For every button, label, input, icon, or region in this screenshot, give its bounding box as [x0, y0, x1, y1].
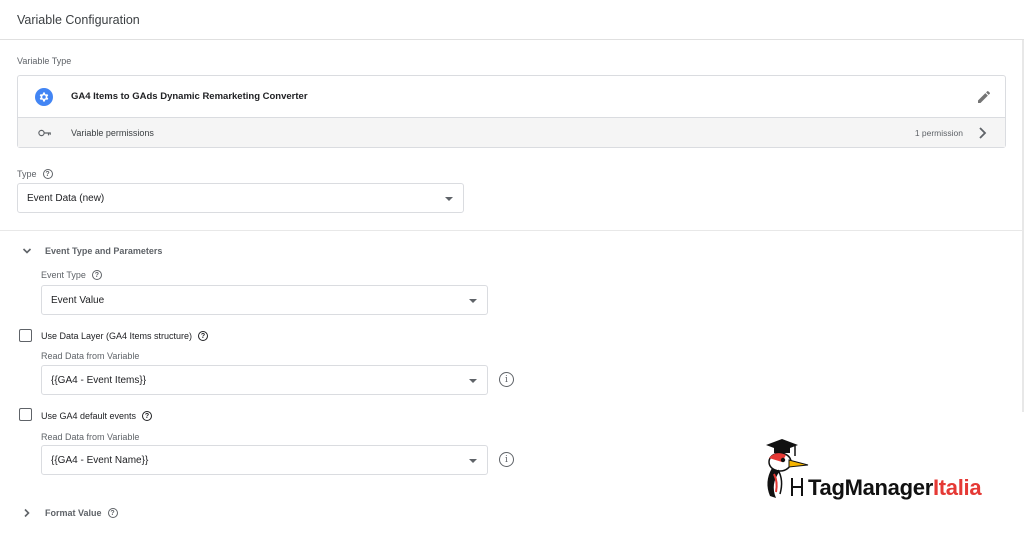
- use-ga4-default-text: Use GA4 default events: [41, 411, 137, 421]
- info-icon[interactable]: i: [499, 372, 514, 387]
- read-variable-select-name[interactable]: {{GA4 - Event Name}}: [41, 445, 488, 475]
- use-data-layer-checkbox[interactable]: [19, 329, 32, 342]
- use-ga4-default-checkbox[interactable]: [19, 408, 32, 421]
- variable-type-card: GA4 Items to GAds Dynamic Remarketing Co…: [17, 75, 1006, 148]
- variable-type-label: Variable Type: [17, 56, 72, 66]
- type-label: Type ?: [17, 169, 53, 179]
- event-section-toggle[interactable]: Event Type and Parameters: [22, 246, 162, 256]
- dropdown-arrow-icon: [469, 299, 477, 303]
- type-select-value: Event Data (new): [27, 192, 105, 204]
- use-ga4-default-label: Use GA4 default events ?: [41, 411, 153, 421]
- gear-icon: [35, 88, 53, 106]
- dropdown-arrow-icon: [469, 379, 477, 383]
- key-icon: [38, 129, 51, 137]
- use-data-layer-label: Use Data Layer (GA4 Items structure) ?: [41, 331, 209, 341]
- event-type-select[interactable]: Event Value: [41, 285, 488, 315]
- dropdown-arrow-icon: [469, 459, 477, 463]
- read-variable-label-text: Read Data from Variable: [41, 351, 140, 361]
- variable-type-row[interactable]: GA4 Items to GAds Dynamic Remarketing Co…: [18, 76, 1005, 117]
- header: Variable Configuration: [0, 0, 1024, 40]
- read-variable-value: {{GA4 - Event Items}}: [51, 374, 147, 386]
- event-type-label-text: Event Type: [41, 270, 86, 280]
- info-icon[interactable]: i: [499, 452, 514, 467]
- permissions-count: 1 permission: [914, 127, 963, 138]
- event-type-value: Event Value: [51, 294, 105, 306]
- help-icon[interactable]: ?: [142, 411, 153, 421]
- help-icon[interactable]: ?: [107, 508, 118, 518]
- help-icon[interactable]: ?: [42, 169, 53, 179]
- brand-logo-text: TagManagerItalia: [808, 475, 982, 501]
- chevron-down-icon: [22, 248, 32, 254]
- event-section-title: Event Type and Parameters: [45, 246, 163, 256]
- type-select[interactable]: Event Data (new): [17, 183, 464, 213]
- variable-type-name: GA4 Items to GAds Dynamic Remarketing Co…: [71, 91, 308, 102]
- read-variable-label: Read Data from Variable: [41, 432, 139, 442]
- event-type-label: Event Type ?: [41, 270, 102, 280]
- chevron-right-icon[interactable]: [977, 126, 989, 140]
- read-variable-label-text: Read Data from Variable: [41, 432, 140, 442]
- help-icon[interactable]: ?: [91, 270, 102, 280]
- permissions-label: Variable permissions: [71, 127, 154, 138]
- help-icon[interactable]: ?: [198, 331, 209, 341]
- read-variable-value: {{GA4 - Event Name}}: [51, 454, 149, 466]
- read-variable-label: Read Data from Variable: [41, 351, 139, 361]
- brand-logo-part-2: Italia: [932, 475, 982, 500]
- chevron-right-icon: [24, 508, 30, 518]
- brand-logo-part-1: TagManager: [808, 475, 933, 500]
- divider: [0, 230, 1024, 231]
- variable-permissions-row[interactable]: Variable permissions 1 permission: [18, 117, 1005, 147]
- page-title: Variable Configuration: [17, 12, 140, 27]
- format-section-title: Format Value: [45, 508, 102, 518]
- type-label-text: Type: [17, 169, 37, 179]
- use-data-layer-text: Use Data Layer (GA4 Items structure): [41, 331, 193, 341]
- pencil-icon[interactable]: [976, 89, 992, 105]
- format-section-toggle[interactable]: Format Value ?: [22, 508, 118, 518]
- read-variable-select-items[interactable]: {{GA4 - Event Items}}: [41, 365, 488, 395]
- dropdown-arrow-icon: [445, 197, 453, 201]
